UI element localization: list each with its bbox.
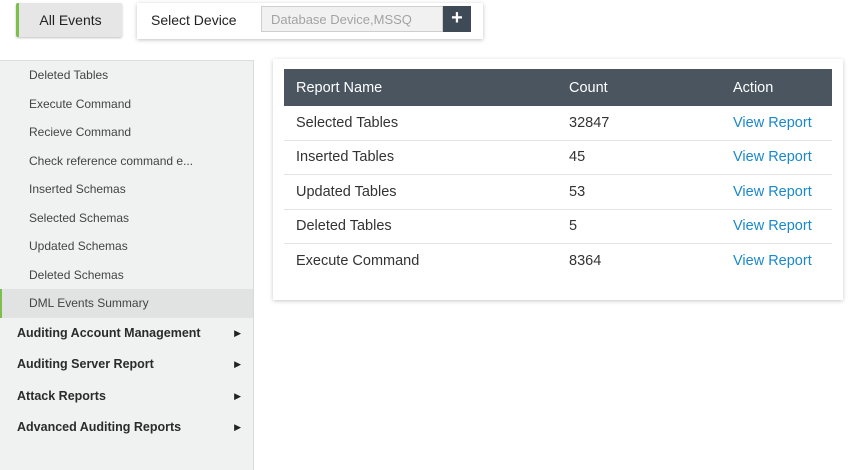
caret-right-icon: ▶ (234, 390, 241, 401)
sidebar-item-deleted-schemas[interactable]: Deleted Schemas (0, 261, 253, 290)
sidebar-group-label: Auditing Server Report (17, 357, 154, 371)
view-report-link[interactable]: View Report (733, 184, 812, 200)
view-report-link[interactable]: View Report (733, 218, 812, 234)
top-bar: All Events Select Device + (0, 0, 852, 50)
sidebar-group-auditing-server-report[interactable]: Auditing Server Report ▶ (0, 349, 253, 381)
add-device-button[interactable]: + (443, 6, 471, 32)
report-name-cell: Execute Command (296, 252, 420, 269)
sidebar-group-label: Attack Reports (17, 388, 106, 403)
report-name-cell: Updated Tables (284, 174, 557, 210)
caret-right-icon: ▶ (234, 327, 241, 338)
device-selector: Select Device + (137, 3, 483, 39)
count-cell: 53 (557, 174, 721, 210)
view-report-link[interactable]: View Report (733, 253, 812, 269)
sidebar-item-execute-command[interactable]: Execute Command (0, 90, 253, 119)
view-report-link[interactable]: View Report (733, 115, 812, 131)
report-name-cell: Deleted Tables (284, 209, 557, 244)
report-name-cell: Selected Tables (284, 106, 557, 141)
caret-right-icon: ▶ (234, 422, 241, 432)
sidebar-group-label: Advanced Auditing Reports (17, 420, 182, 434)
sidebar-group-attack-reports[interactable]: Attack Reports ▶ (0, 381, 253, 413)
count-cell: 32847 (557, 106, 721, 141)
sidebar: Deleted Tables Execute Command Recieve C… (0, 60, 254, 470)
table-row: Deleted Tables 5 View Report (284, 209, 832, 244)
table-row: Selected Tables 32847 View Report (284, 106, 832, 141)
table-row: Inserted Tables 45 View Report (284, 140, 832, 175)
sidebar-item-deleted-tables[interactable]: Deleted Tables (0, 61, 253, 90)
sidebar-item-inserted-schemas[interactable]: Inserted Schemas (0, 175, 253, 204)
column-header-action: Action (721, 69, 832, 106)
caret-right-icon: ▶ (234, 359, 241, 369)
column-header-count: Count (557, 69, 721, 106)
view-report-link[interactable]: View Report (733, 149, 812, 165)
sidebar-group-advanced-auditing-reports[interactable]: Advanced Auditing Reports ▶ (0, 412, 253, 444)
all-events-tab[interactable]: All Events (16, 3, 122, 37)
sidebar-item-selected-schemas[interactable]: Selected Schemas (0, 204, 253, 233)
report-table: Report Name Count Action Selected Tables… (284, 69, 832, 278)
sidebar-item-check-reference-command[interactable]: Check reference command e... (0, 147, 253, 176)
count-cell: 5 (557, 209, 721, 244)
table-row: Execute Command 8364 View Report (284, 244, 832, 278)
sidebar-group-auditing-account-management[interactable]: Auditing Account Management ▶ (0, 318, 253, 350)
column-header-report-name: Report Name (284, 69, 557, 106)
sidebar-item-updated-schemas[interactable]: Updated Schemas (0, 232, 253, 261)
sidebar-item-recieve-command[interactable]: Recieve Command (0, 118, 253, 147)
count-cell: 45 (557, 140, 721, 175)
table-header-row: Report Name Count Action (284, 69, 832, 106)
device-input[interactable] (261, 6, 443, 32)
table-row: Updated Tables 53 View Report (284, 174, 832, 210)
select-device-label: Select Device (151, 12, 237, 28)
sidebar-item-dml-events-summary[interactable]: DML Events Summary (0, 289, 253, 318)
report-card: Report Name Count Action Selected Tables… (273, 59, 843, 300)
report-name-cell: Inserted Tables (284, 140, 557, 175)
sidebar-group-label: Auditing Account Management (17, 325, 201, 340)
count-cell: 8364 (569, 252, 602, 269)
